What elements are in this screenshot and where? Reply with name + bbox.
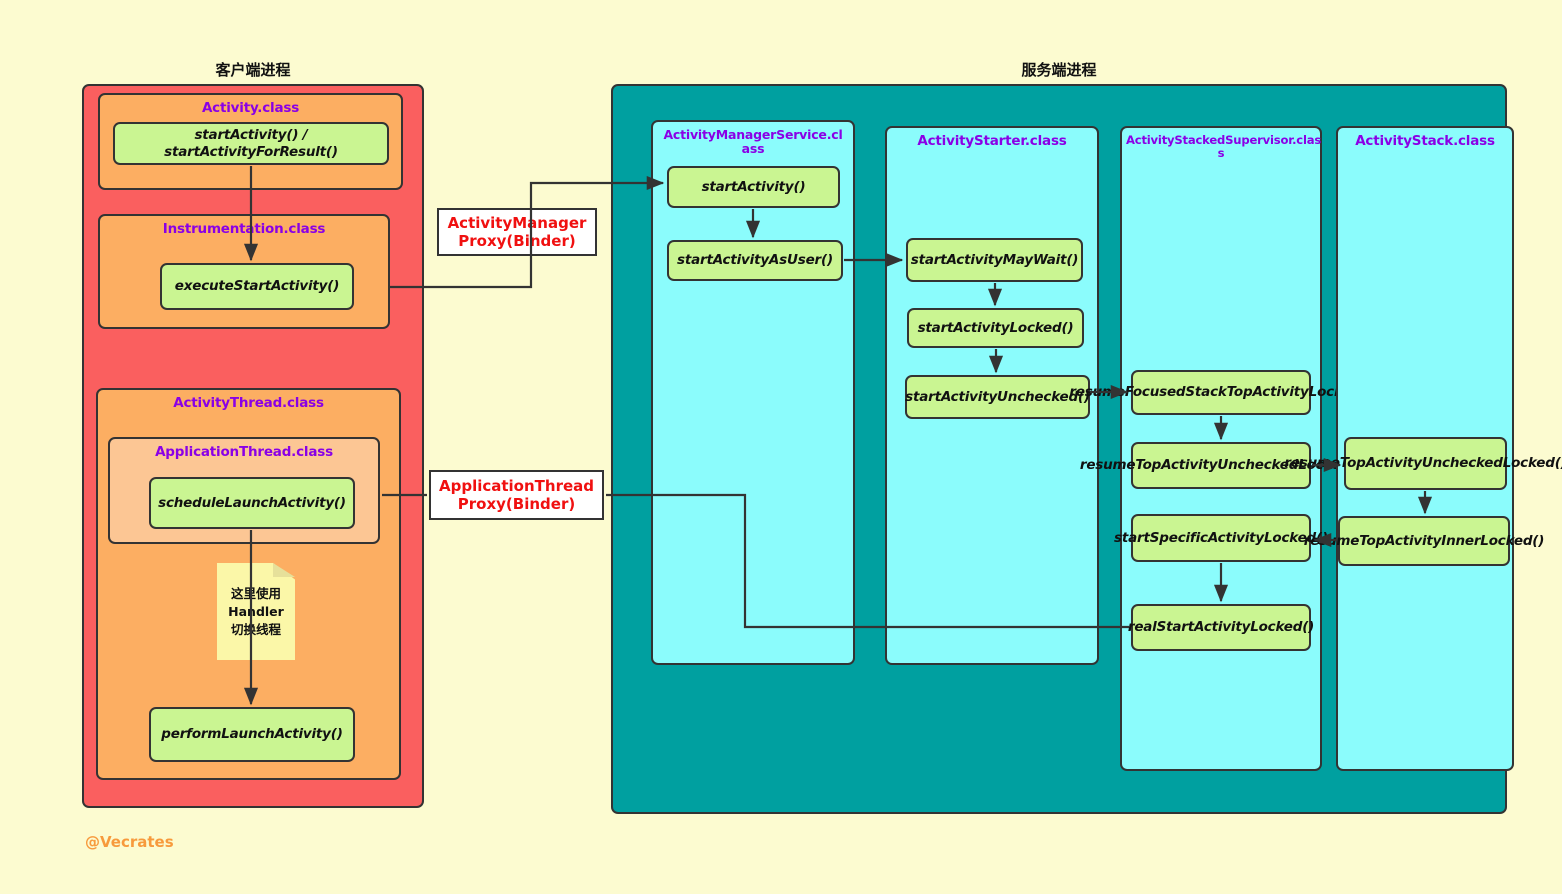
node-start-activity-unchecked-label: startActivityUnchecked() [905, 388, 1090, 405]
client-process-caption: 客户端进程 [215, 61, 291, 79]
node-start-activity-may-wait-label: startActivityMayWait() [910, 251, 1079, 268]
server-process-caption: 服务端进程 [1021, 61, 1097, 79]
group-activity-stack-class-title: ActivityStack.class [1355, 133, 1495, 149]
node-ams-start-activity[interactable]: startActivity() [667, 166, 840, 208]
group-activity-class-title: Activity.class [201, 100, 300, 116]
node-resume-top-activity-unchecked-locked-stack-label: resumeTopActivityUncheckedLocked() [1284, 455, 1562, 472]
node-schedule-launch-activity[interactable]: scheduleLaunchActivity() [149, 477, 355, 529]
ams-title-line-2: ass [741, 140, 765, 156]
group-application-thread-class-title: ApplicationThread.class [155, 444, 333, 460]
activity-manager-proxy-label: ActivityManager Proxy(Binder) [447, 214, 587, 250]
node-perform-launch-activity-label: performLaunchActivity() [161, 726, 343, 743]
group-activity-stacked-supervisor-class-title: ActivityStackedSupervisor.clas s [1126, 134, 1321, 160]
watermark: @Vecrates [85, 833, 174, 851]
handler-note-line-3: 切换线程 [230, 622, 281, 638]
group-instrumentation-class-title: Instrumentation.class [162, 221, 326, 237]
handler-note: 这里使用 Handler 切换线程 [217, 563, 295, 660]
node-real-start-activity-locked-label: realStartActivityLocked() [1127, 619, 1315, 636]
group-activity-starter-class-title: ActivityStarter.class [917, 133, 1067, 149]
node-start-activity-label: startActivity() / startActivityForResult… [164, 126, 338, 160]
handler-note-fold-icon [273, 563, 295, 577]
node-start-activity-locked-label: startActivityLocked() [917, 319, 1074, 336]
node-execute-start-activity[interactable]: executeStartActivity() [160, 263, 354, 310]
supervisor-title-line-2: s [1217, 145, 1225, 160]
node-schedule-launch-activity-label: scheduleLaunchActivity() [158, 494, 346, 511]
node-perform-launch-activity[interactable]: performLaunchActivity() [149, 707, 355, 762]
node-resume-focused-stack-top-activity-locked[interactable]: resumeFocusedStackTopActivityLocked() [1069, 370, 1373, 415]
application-thread-proxy-label: ApplicationThread Proxy(Binder) [438, 477, 595, 513]
handler-note-line-2: Handler [228, 604, 284, 620]
node-start-activity-locked[interactable]: startActivityLocked() [907, 308, 1084, 348]
node-real-start-activity-locked[interactable]: realStartActivityLocked() [1127, 604, 1315, 651]
node-resume-top-activity-inner-locked-label: resumeTopActivityInnerLocked() [1303, 532, 1545, 549]
node-start-specific-activity-locked[interactable]: startSpecificActivityLocked() [1114, 514, 1328, 562]
activity-manager-proxy-box[interactable]: ActivityManager Proxy(Binder) [437, 208, 597, 256]
node-start-activity[interactable]: startActivity() / startActivityForResult… [113, 122, 389, 165]
node-start-activity-may-wait[interactable]: startActivityMayWait() [906, 238, 1083, 282]
node-start-specific-activity-locked-label: startSpecificActivityLocked() [1114, 529, 1328, 546]
group-activity-thread-class-title: ActivityThread.class [173, 395, 324, 411]
handler-note-line-1: 这里使用 [230, 586, 281, 601]
node-ams-start-activity-label: startActivity() [701, 178, 806, 195]
node-start-activity-unchecked[interactable]: startActivityUnchecked() [905, 375, 1090, 419]
group-activity-manager-service-class-title: ActivityManagerService.cl ass [657, 128, 849, 156]
node-execute-start-activity-label: executeStartActivity() [174, 278, 340, 295]
node-resume-focused-stack-top-activity-locked-label: resumeFocusedStackTopActivityLocked() [1069, 384, 1373, 401]
node-resume-top-activity-inner-locked[interactable]: resumeTopActivityInnerLocked() [1304, 516, 1544, 566]
node-resume-top-activity-unchecked-locked-stack[interactable]: resumeTopActivityUncheckedLocked() [1284, 437, 1562, 490]
node-ams-start-activity-as-user-label: startActivityAsUser() [677, 252, 833, 269]
application-thread-proxy-box[interactable]: ApplicationThread Proxy(Binder) [429, 470, 604, 520]
ams-title-line-1: ActivityManagerService.cl [663, 127, 843, 142]
node-ams-start-activity-as-user[interactable]: startActivityAsUser() [667, 240, 843, 281]
